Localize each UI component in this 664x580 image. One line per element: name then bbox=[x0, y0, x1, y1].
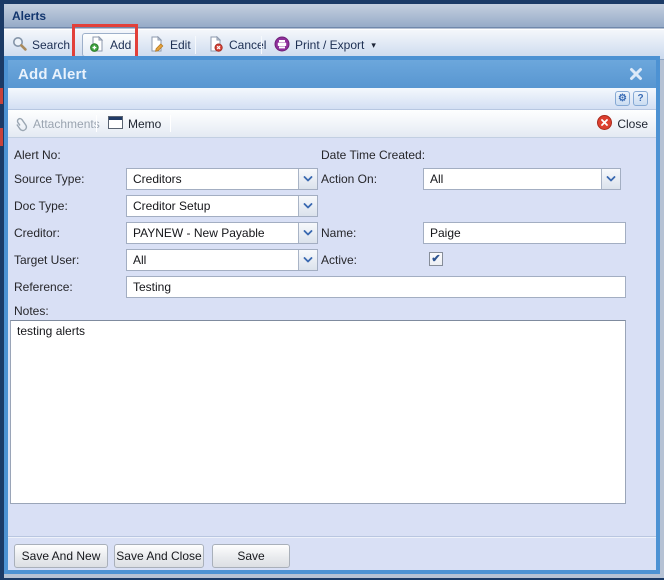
save-and-new-button[interactable]: Save And New bbox=[14, 544, 108, 568]
add-document-icon bbox=[89, 36, 105, 55]
reference-input[interactable] bbox=[126, 276, 626, 298]
doc-type-value: Creditor Setup bbox=[127, 199, 298, 213]
doc-type-select[interactable]: Creditor Setup bbox=[126, 195, 318, 217]
save-and-close-label: Save And Close bbox=[116, 549, 201, 563]
edit-document-icon bbox=[149, 36, 165, 55]
add-button-label: Add bbox=[110, 38, 131, 52]
target-user-label: Target User: bbox=[14, 253, 79, 267]
close-circle-icon bbox=[597, 115, 612, 133]
caret-down-icon: ▾ bbox=[371, 40, 376, 51]
close-button[interactable]: Close bbox=[597, 114, 648, 134]
date-time-created-label: Date Time Created: bbox=[321, 148, 425, 162]
edit-button[interactable]: Edit bbox=[143, 33, 197, 57]
source-type-label: Source Type: bbox=[14, 172, 85, 186]
target-user-value: All bbox=[127, 253, 298, 267]
toolbar-separator bbox=[170, 115, 171, 132]
chevron-down-icon[interactable] bbox=[601, 169, 620, 189]
save-label: Save bbox=[237, 549, 264, 563]
active-checkbox[interactable]: ✔ bbox=[429, 252, 443, 266]
dialog-title: Add Alert bbox=[18, 66, 87, 83]
add-button[interactable]: Add bbox=[82, 33, 138, 57]
window-title: Alerts bbox=[12, 9, 46, 23]
chevron-down-icon[interactable] bbox=[298, 196, 317, 216]
cancel-document-icon bbox=[208, 36, 224, 55]
dialog-titlebar: Add Alert bbox=[8, 60, 656, 88]
gear-icon[interactable]: ⚙ bbox=[615, 91, 630, 106]
toolbar-separator bbox=[261, 36, 262, 54]
action-on-select[interactable]: All bbox=[423, 168, 621, 190]
alert-no-label: Alert No: bbox=[14, 148, 61, 162]
footer-divider bbox=[8, 536, 656, 538]
source-type-select[interactable]: Creditors bbox=[126, 168, 318, 190]
search-icon bbox=[12, 36, 27, 54]
attachments-button[interactable]: Attachments bbox=[16, 114, 100, 134]
add-alert-dialog: Add Alert ⚙ ? Attachments bbox=[4, 56, 660, 574]
action-on-value: All bbox=[424, 172, 601, 186]
notes-textarea[interactable]: testing alerts bbox=[10, 320, 626, 504]
print-export-button-label: Print / Export bbox=[295, 38, 364, 52]
paperclip-icon bbox=[13, 115, 31, 133]
memo-button-label: Memo bbox=[128, 117, 161, 131]
doc-type-label: Doc Type: bbox=[14, 199, 68, 213]
name-label: Name: bbox=[321, 226, 356, 240]
search-button[interactable]: Search bbox=[6, 33, 76, 57]
save-and-new-label: Save And New bbox=[22, 549, 101, 563]
memo-icon bbox=[108, 116, 123, 132]
annotation-artifact bbox=[0, 88, 3, 104]
dialog-close-x-icon[interactable] bbox=[628, 66, 644, 82]
save-button[interactable]: Save bbox=[212, 544, 290, 568]
creditor-select[interactable]: PAYNEW - New Payable bbox=[126, 222, 318, 244]
print-export-button[interactable]: Print / Export ▾ bbox=[268, 33, 382, 57]
annotation-artifact bbox=[0, 128, 3, 146]
active-label: Active: bbox=[321, 253, 357, 267]
memo-button[interactable]: Memo bbox=[108, 114, 161, 134]
dialog-toolbar: Attachments Memo Close bbox=[8, 110, 656, 138]
creditor-value: PAYNEW - New Payable bbox=[127, 226, 298, 240]
help-icon[interactable]: ? bbox=[633, 91, 648, 106]
notes-label: Notes: bbox=[14, 304, 49, 318]
toolbar-separator bbox=[195, 36, 196, 54]
edit-button-label: Edit bbox=[170, 38, 191, 52]
attachments-button-label: Attachments bbox=[33, 117, 100, 131]
chevron-down-icon[interactable] bbox=[298, 223, 317, 243]
print-export-icon bbox=[274, 36, 290, 55]
target-user-select[interactable]: All bbox=[126, 249, 318, 271]
chevron-down-icon[interactable] bbox=[298, 169, 317, 189]
action-on-label: Action On: bbox=[321, 172, 377, 186]
checkmark-icon: ✔ bbox=[431, 254, 440, 265]
close-button-label: Close bbox=[617, 117, 648, 131]
window-titlebar: Alerts bbox=[4, 4, 664, 28]
source-type-value: Creditors bbox=[127, 172, 298, 186]
name-input[interactable] bbox=[423, 222, 626, 244]
creditor-label: Creditor: bbox=[14, 226, 60, 240]
toolbar-separator bbox=[96, 115, 97, 132]
save-and-close-button[interactable]: Save And Close bbox=[114, 544, 204, 568]
reference-label: Reference: bbox=[14, 280, 73, 294]
chevron-down-icon[interactable] bbox=[298, 250, 317, 270]
dialog-options-bar: ⚙ ? bbox=[8, 88, 656, 110]
search-button-label: Search bbox=[32, 38, 70, 52]
